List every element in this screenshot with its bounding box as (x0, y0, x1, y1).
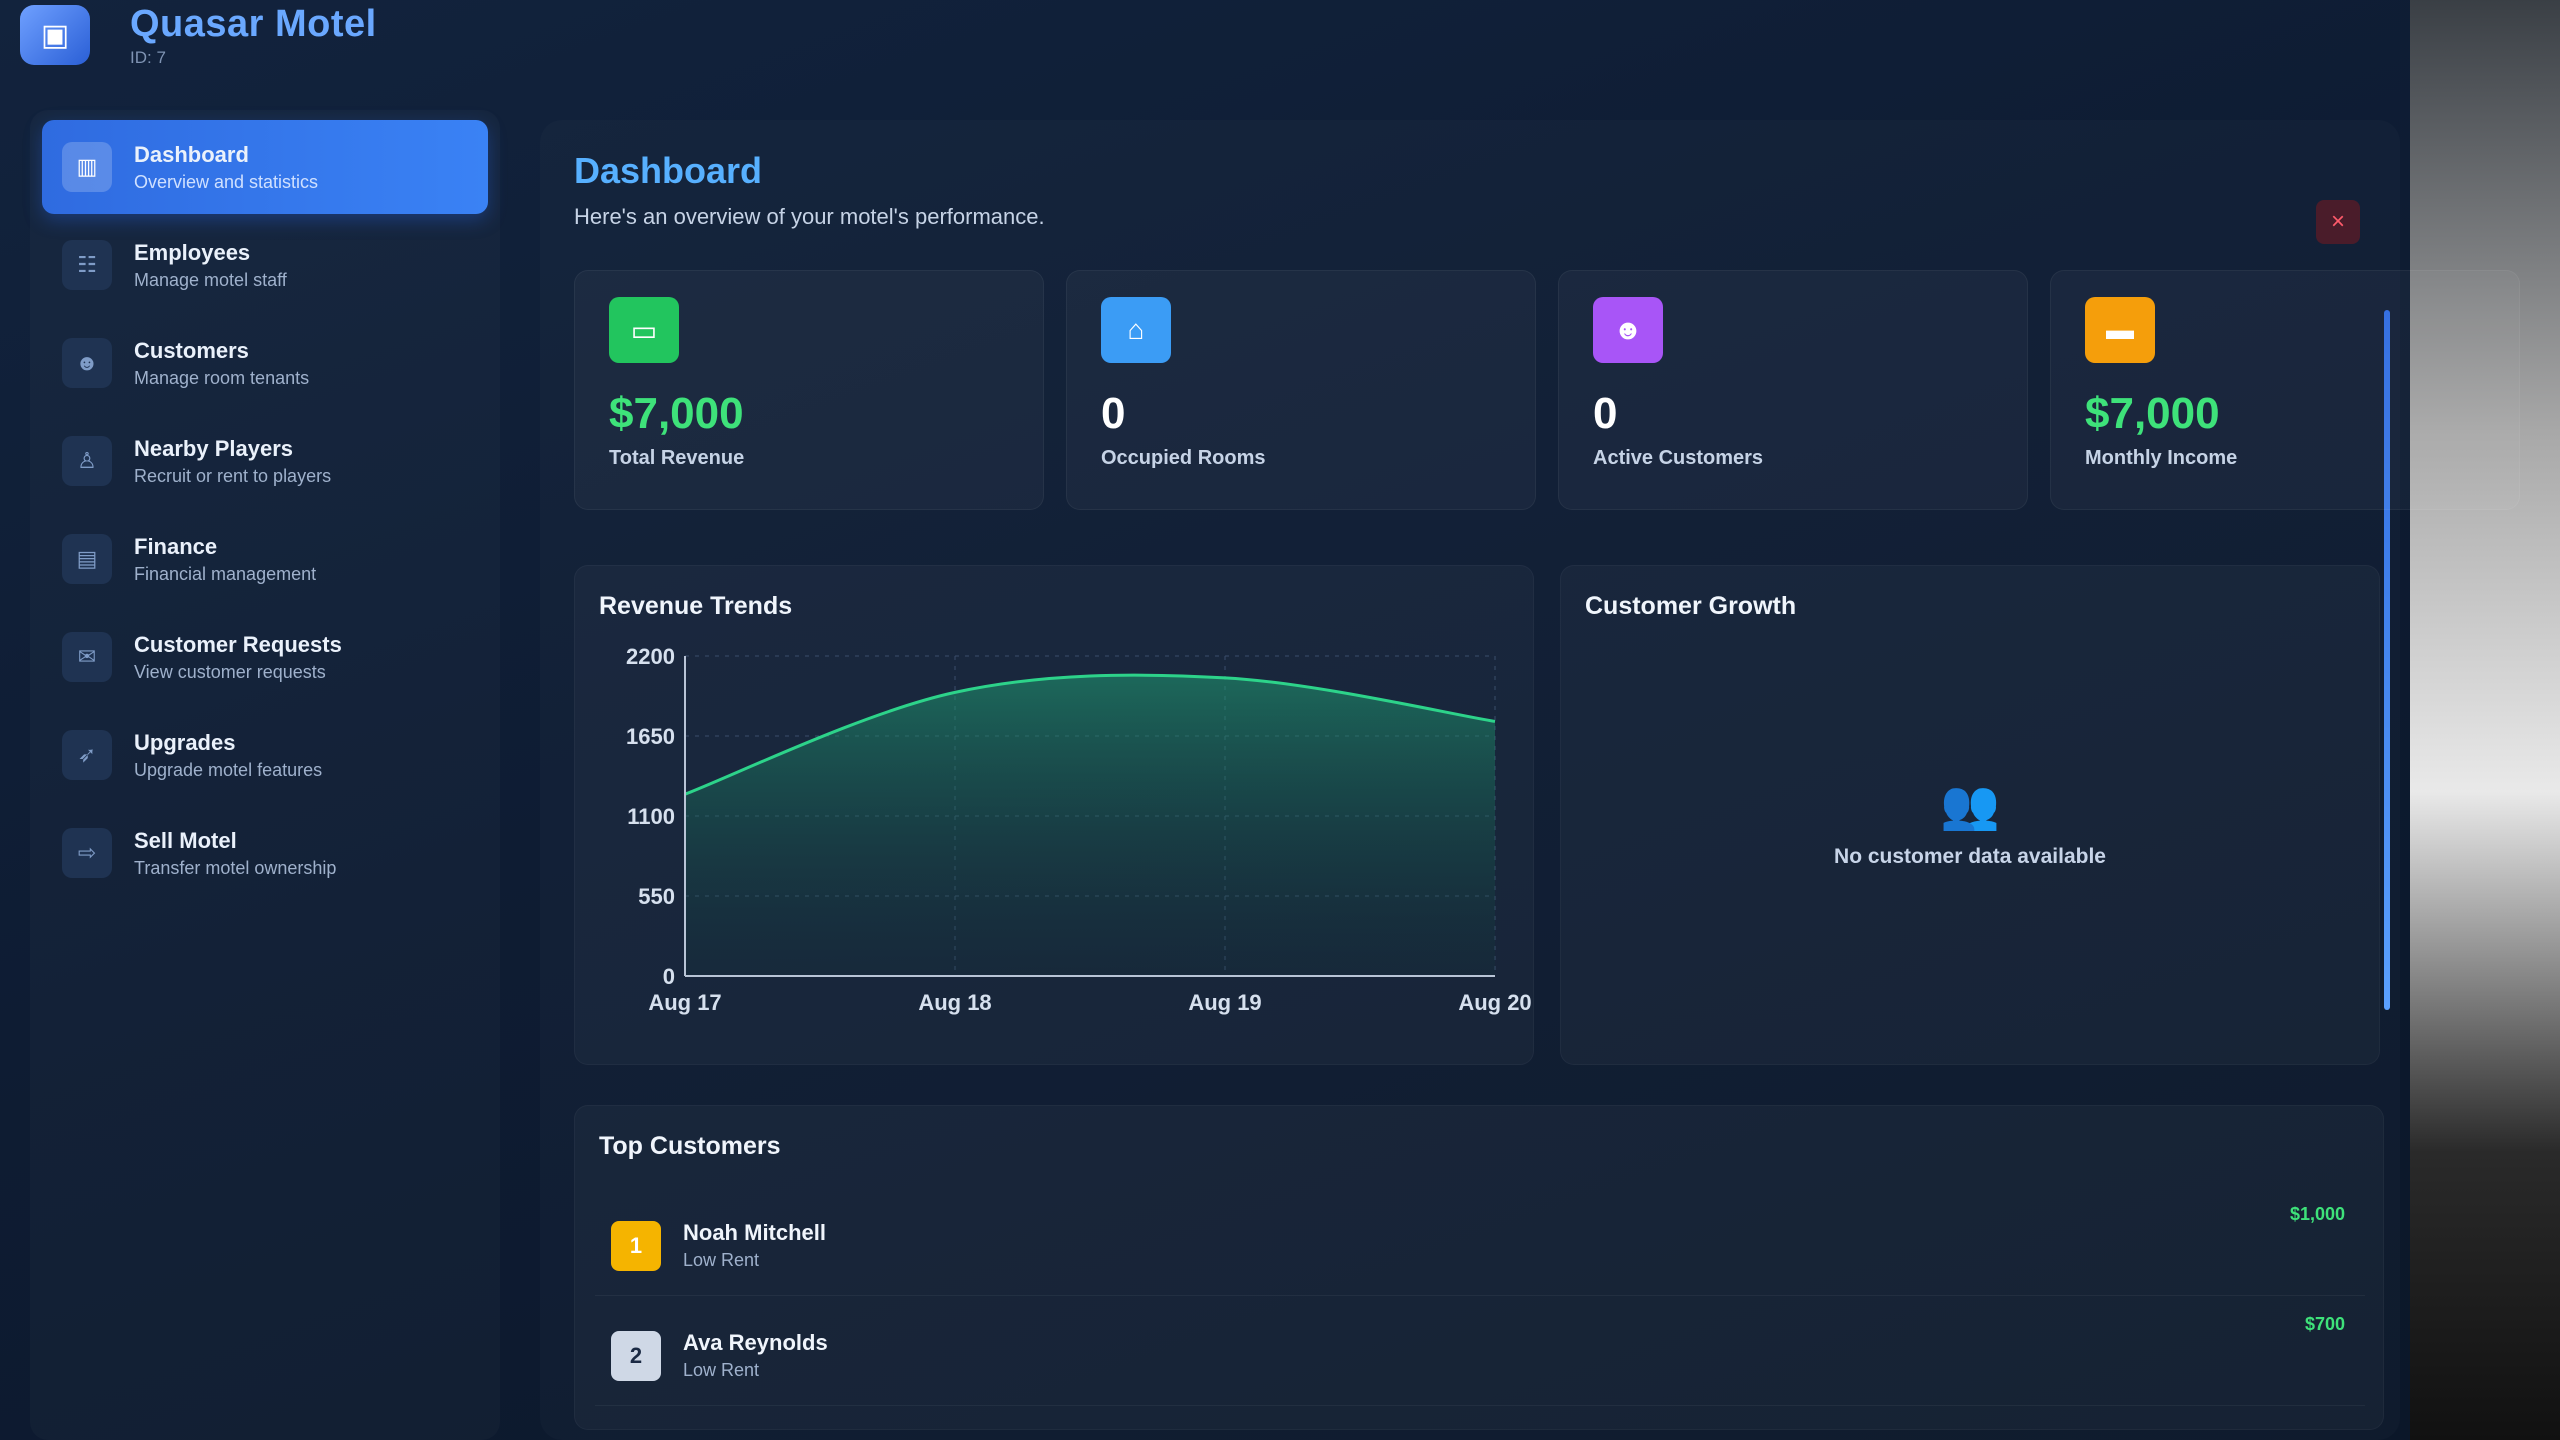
sidebar-item-sell-motel[interactable]: ⇨ Sell Motel Transfer motel ownership (42, 806, 488, 900)
close-button[interactable]: × (2316, 200, 2360, 244)
panel-title: Top Customers (599, 1132, 781, 1160)
sidebar-item-desc: Upgrade motel features (134, 759, 323, 780)
wallet-icon: ▤ (62, 534, 112, 584)
customer-type: Low Rent (683, 1360, 760, 1380)
sidebar-item-desc: Manage motel staff (134, 269, 287, 290)
customer-name: Noah Mitchell (683, 1220, 827, 1245)
users-icon: ☻ (1593, 297, 1663, 363)
list-item[interactable]: 2 Ava Reynolds Low Rent $700 (595, 1306, 2365, 1406)
sidebar-item-desc: Financial management (134, 563, 317, 584)
sidebar-item-customers[interactable]: ☻ Customers Manage room tenants (42, 316, 488, 410)
sidebar: ▥ Dashboard Overview and statistics ☷ Emp… (30, 110, 500, 1440)
sidebar-item-employees[interactable]: ☷ Employees Manage motel staff (42, 218, 488, 312)
y-tick-label: 1100 (627, 804, 675, 829)
rank-badge: 1 (611, 1220, 661, 1271)
empty-state-text: No customer data available (1834, 845, 2106, 868)
app-id: ID: 7 (130, 47, 166, 67)
motel-app-window: ▣ Quasar Motel ID: 7 ▥ Dashboard Overview… (0, 0, 2520, 1440)
x-tick-label: Aug 19 (1188, 990, 1261, 1015)
stat-card-active-customers: ☻ 0 Active Customers (1558, 270, 2028, 510)
home-icon: ⌂ (1101, 297, 1171, 363)
revenue-area (685, 675, 1495, 976)
user-icon: ♙ (62, 436, 112, 486)
sidebar-item-desc: Overview and statistics (134, 171, 319, 192)
stat-card-occupied-rooms: ⌂ 0 Occupied Rooms (1066, 270, 1536, 510)
customer-type: Low Rent (683, 1250, 760, 1270)
users-icon: 👥 (1940, 779, 2000, 832)
stat-value: 0 (1593, 389, 1618, 438)
sidebar-item-label: Finance (134, 533, 218, 559)
rank-badge: 2 (611, 1330, 661, 1381)
stat-value: $7,000 (2085, 389, 2220, 438)
card-icon: ▭ (609, 297, 679, 363)
sidebar-item-finance[interactable]: ▤ Finance Financial management (42, 512, 488, 606)
panel-title: Customer Growth (1585, 592, 1797, 620)
y-tick-label: 550 (638, 884, 675, 909)
stats-row: ▭ $7,000 Total Revenue ⌂ 0 Occupied Room… (574, 270, 2520, 510)
sidebar-item-desc: View customer requests (134, 661, 326, 682)
stat-label: Monthly Income (2085, 447, 2238, 469)
app-title-group: Quasar Motel ID: 7 (130, 3, 377, 68)
customer-name: Ava Reynolds (683, 1330, 828, 1355)
sidebar-item-label: Customer Requests (134, 631, 342, 657)
rocket-icon: ➶ (62, 730, 112, 780)
stat-card-total-revenue: ▭ $7,000 Total Revenue (574, 270, 1044, 510)
revenue-trends-panel: Revenue Trends 0 550 1100 1650 2200 Aug 17 Au… (574, 565, 1534, 1065)
stat-card-monthly-income: ▬ $7,000 Monthly Income (2050, 270, 2520, 510)
revenue-chart: 0 550 1100 1650 2200 Aug 17 Aug 18 Aug 19 Aug 2… (626, 644, 1532, 1015)
x-tick-label: Aug 20 (1458, 990, 1531, 1015)
motel-icon: ▣ (20, 5, 90, 65)
stat-value: 0 (1101, 389, 1126, 438)
stat-label: Total Revenue (609, 447, 745, 469)
sidebar-item-dashboard[interactable]: ▥ Dashboard Overview and statistics (42, 120, 488, 214)
chart-x-axis: Aug 17 Aug 18 Aug 19 Aug 20 (648, 990, 1531, 1015)
y-tick-label: 1650 (626, 724, 675, 749)
panel-title: Revenue Trends (599, 592, 793, 620)
y-tick-label: 2200 (626, 644, 675, 669)
sidebar-item-label: Employees (134, 239, 251, 265)
sidebar-item-nearby-players[interactable]: ♙ Nearby Players Recruit or rent to playe… (42, 414, 488, 508)
top-customers-panel: Top Customers 1 Noah Mitchell Low Rent $1… (574, 1105, 2384, 1430)
sidebar-item-customer-requests[interactable]: ✉ Customer Requests View customer request… (42, 610, 488, 704)
transfer-icon: ⇨ (62, 828, 112, 878)
sidebar-item-upgrades[interactable]: ➶ Upgrades Upgrade motel features (42, 708, 488, 802)
chart-y-axis: 0 550 1100 1650 2200 (626, 644, 675, 989)
page-subtitle: Here's an overview of your motel's perfo… (574, 204, 1045, 229)
page-title: Dashboard (574, 150, 763, 191)
x-tick-label: Aug 17 (648, 990, 721, 1015)
x-tick-label: Aug 18 (918, 990, 991, 1015)
stat-value: $7,000 (609, 389, 744, 438)
sidebar-item-desc: Transfer motel ownership (134, 857, 337, 878)
customer-amount: $1,000 (2289, 1204, 2345, 1224)
sidebar-item-label: Nearby Players (134, 435, 293, 461)
sidebar-item-desc: Manage room tenants (134, 367, 310, 388)
customer-amount: $700 (2304, 1314, 2345, 1334)
empty-state: 👥 No customer data available (1561, 776, 2379, 869)
app-title: Quasar Motel (130, 2, 377, 45)
customer-growth-panel: Customer Growth 👥 No customer data avail… (1560, 565, 2380, 1065)
customers-icon: ☻ (62, 338, 112, 388)
bed-icon: ▬ (2085, 297, 2155, 363)
game-background (2390, 0, 2560, 1440)
main-content: Dashboard Here's an overview of your mot… (540, 120, 2520, 1440)
stat-label: Active Customers (1593, 447, 1764, 469)
list-item[interactable]: 1 Noah Mitchell Low Rent $1,000 (595, 1196, 2365, 1296)
employees-icon: ☷ (62, 240, 112, 290)
sidebar-item-label: Sell Motel (134, 827, 237, 853)
mail-icon: ✉ (62, 632, 112, 682)
app-header: ▣ Quasar Motel ID: 7 (20, 0, 377, 70)
chart-icon: ▥ (62, 142, 112, 192)
stat-label: Occupied Rooms (1101, 447, 1266, 469)
sidebar-item-label: Customers (134, 337, 249, 363)
y-tick-label: 0 (663, 964, 675, 989)
sidebar-item-label: Upgrades (134, 729, 236, 755)
sidebar-item-label: Dashboard (134, 141, 249, 167)
sidebar-item-desc: Recruit or rent to players (134, 465, 332, 486)
